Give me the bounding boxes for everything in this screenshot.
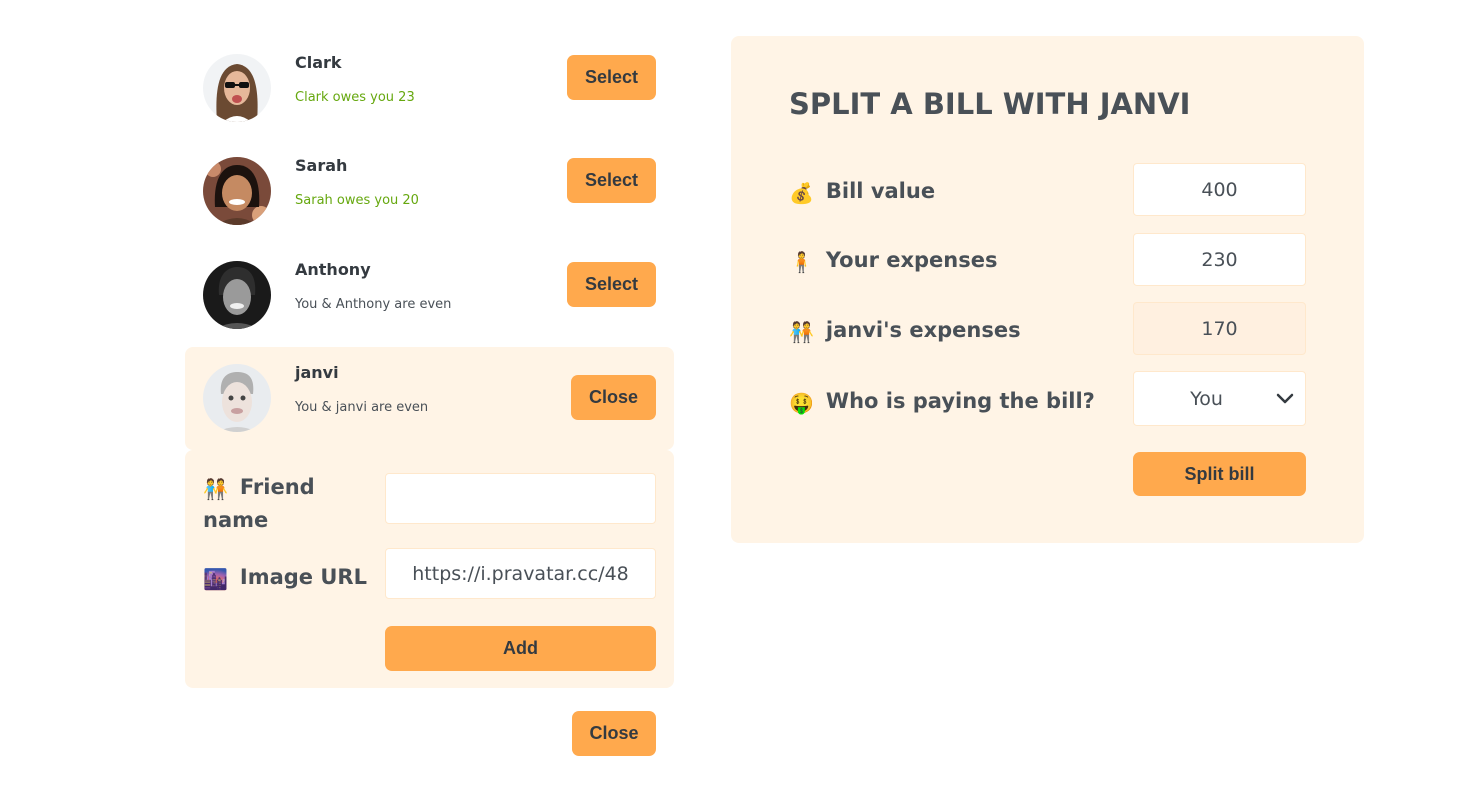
friend-item-janvi: janvi You & janvi are even Close: [185, 347, 674, 450]
money-bag-icon: 💰: [789, 181, 814, 205]
friend-expense-input: [1133, 302, 1306, 355]
image-url-input[interactable]: [385, 548, 656, 599]
friend-balance-status: You & Anthony are even: [295, 297, 452, 312]
friend-name: janvi: [295, 363, 339, 382]
friend-balance-status: You & janvi are even: [295, 400, 429, 415]
split-bill-button[interactable]: Split bill: [1133, 452, 1306, 496]
friend-item-clark: Clark Clark owes you 23 Select: [185, 37, 674, 140]
split-bill-form: SPLIT A BILL WITH JANVI 💰Bill value 🧍You…: [731, 36, 1364, 543]
people-holding-hands-icon: 🧑‍🤝‍🧑: [789, 320, 814, 344]
select-sarah-button[interactable]: Select: [567, 158, 656, 203]
payer-select[interactable]: You: [1133, 371, 1306, 426]
avatar: [203, 157, 271, 225]
avatar: [203, 261, 271, 329]
bill-value-label: 💰 Bill value: [789, 179, 936, 205]
bill-value-input[interactable]: [1133, 163, 1306, 216]
add-friend-form: 🧑‍🤝‍🧑Friend name 🌆Image URL Add: [185, 450, 674, 688]
friend-name: Clark: [295, 53, 342, 72]
payer-label: 🤑 Who is paying the bill?: [789, 389, 1095, 415]
friend-expense-label: 🧑‍🤝‍🧑 janvi's expenses: [789, 318, 1021, 344]
people-holding-hands-icon: 🧑‍🤝‍🧑: [203, 477, 228, 501]
friend-name-label: 🧑‍🤝‍🧑 Friend name: [203, 475, 315, 532]
person-standing-icon: 🧍: [789, 250, 814, 274]
cityscape-at-dusk-icon: 🌆: [203, 567, 228, 591]
friend-name-input[interactable]: [385, 473, 656, 524]
your-expense-input[interactable]: [1133, 233, 1306, 286]
payer-selected-value: You: [1190, 387, 1223, 410]
select-anthony-button[interactable]: Select: [567, 262, 656, 307]
friend-item-sarah: Sarah Sarah owes you 20 Select: [185, 140, 674, 243]
money-mouth-face-icon: 🤑: [789, 391, 814, 415]
avatar: [203, 364, 271, 432]
avatar: [203, 54, 271, 122]
friend-item-anthony: Anthony You & Anthony are even Select: [185, 244, 674, 347]
friend-balance-status: Clark owes you 23: [295, 90, 415, 105]
friend-balance-status: Sarah owes you 20: [295, 193, 419, 208]
close-janvi-button[interactable]: Close: [571, 375, 656, 420]
select-clark-button[interactable]: Select: [567, 55, 656, 100]
page-title: SPLIT A BILL WITH JANVI: [789, 87, 1191, 121]
friend-name: Anthony: [295, 260, 371, 279]
close-add-friend-button[interactable]: Close: [572, 711, 656, 756]
image-url-label: 🌆 Image URL: [203, 562, 367, 595]
friend-name: Sarah: [295, 156, 348, 175]
add-friend-button[interactable]: Add: [385, 626, 656, 671]
chevron-down-icon: [1276, 393, 1294, 404]
your-expense-label: 🧍 Your expenses: [789, 248, 998, 274]
